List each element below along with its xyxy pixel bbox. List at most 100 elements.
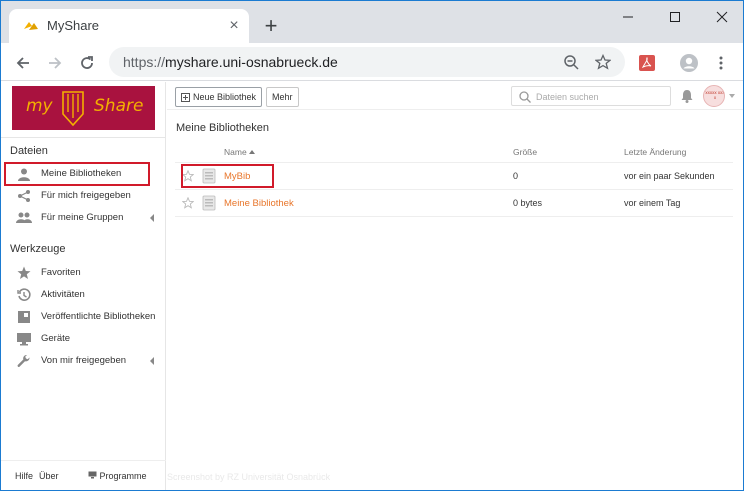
forward-button[interactable] [41,49,69,77]
myshare-favicon-icon [24,22,38,30]
sidebar-item-label: Von mir freigegeben [41,355,127,366]
myshare-app: my Share Dateien Meine Bibliotheken Für … [1,82,743,490]
bell-icon[interactable] [679,88,695,104]
avatar[interactable]: xxxxx xxx x [703,85,725,107]
back-button[interactable] [9,49,37,77]
minimize-button[interactable] [601,1,655,33]
close-window-button[interactable] [695,1,743,33]
about-link[interactable]: Über [39,471,59,481]
browser-tab[interactable]: MyShare × [9,9,249,43]
library-modified: vor ein paar Sekunden [624,171,715,181]
reload-button[interactable] [73,49,101,77]
star-icon [16,265,32,281]
arrow-left-icon [16,57,29,69]
caret-left-icon[interactable] [150,357,154,365]
star-outline-icon [595,54,611,70]
screenshot-watermark: Screenshot by RZ Universität Osnabrück [167,472,331,482]
column-header-name[interactable]: Name [224,147,255,157]
table-row[interactable]: Meine Bibliothek 0 bytes vor einem Tag [175,190,733,217]
url-text: https://myshare.uni-osnabrueck.de [123,54,338,70]
share-icon [16,188,32,204]
highlight-box [181,164,274,188]
arrow-right-icon [49,57,62,69]
sidebar-item-label: Geräte [41,333,71,344]
help-link[interactable]: Hilfe [15,471,33,481]
main-content: Neue Bibliothek Mehr xxxxx xxx x Meine B… [167,82,743,490]
search-icon [519,91,531,103]
sidebar-item-activities[interactable]: Aktivitäten [1,284,166,306]
account-circle-icon [680,54,698,72]
sidebar-item-devices[interactable]: Geräte [1,328,166,350]
logo-text-share: Share [94,96,144,116]
sidebar-item-shared-by-me[interactable]: Von mir freigegeben [1,350,166,372]
new-tab-button[interactable]: + [259,13,283,38]
history-icon [16,287,32,303]
page-title: Meine Bibliotheken [176,122,269,134]
avatar-text: xxxxx xxx x [705,90,725,100]
sidebar-heading-tools: Werkzeuge [10,243,66,255]
sidebar-item-my-groups[interactable]: Für meine Gruppen [1,207,166,229]
url-protocol: https:// [123,54,166,70]
search-box [511,86,671,106]
wrench-icon [16,353,32,369]
group-icon [16,210,32,226]
myshare-logo[interactable]: my Share [12,86,155,130]
sort-up-icon [248,150,255,154]
zoom-button[interactable] [561,52,581,72]
tab-bar: MyShare × + [1,1,743,43]
sidebar-item-favorites[interactable]: Favoriten [1,262,166,284]
bookmark-button[interactable] [593,52,613,72]
clients-label: Programme [99,471,147,481]
sidebar-divider [1,137,166,138]
library-icon [202,195,216,211]
close-icon [716,11,728,23]
main-toolbar: Neue Bibliothek Mehr xxxxx xxx x [167,82,743,110]
sidebar-item-published-libraries[interactable]: Veröffentlichte Bibliotheken [1,306,166,328]
profile-button[interactable] [675,49,703,77]
more-button[interactable]: Mehr [266,87,299,107]
pdf-icon [639,55,655,71]
library-size: 0 bytes [513,198,543,208]
highlight-box [4,162,150,186]
sidebar-item-label: Für mich freigegeben [41,190,131,201]
sidebar-heading-files: Dateien [10,145,48,157]
new-library-button[interactable]: Neue Bibliothek [175,87,263,107]
column-header-name-label: Name [224,147,247,157]
chevron-down-icon[interactable] [729,94,735,98]
sidebar-item-label: Favoriten [41,267,81,278]
caret-left-icon[interactable] [150,214,154,222]
library-modified: vor einem Tag [624,198,681,208]
library-size: 0 [513,171,519,181]
sidebar-item-shared-with-me[interactable]: Für mich freigegeben [1,185,166,207]
wiki-icon [16,309,32,325]
sidebar-item-label: Veröffentlichte Bibliotheken [41,311,156,322]
search-input[interactable] [536,90,666,104]
star-outline-icon[interactable] [182,197,194,209]
reload-icon [81,56,93,69]
sidebar-item-label: Aktivitäten [41,289,85,300]
logo-text-my: my [26,96,53,116]
sidebar: my Share Dateien Meine Bibliotheken Für … [1,82,166,490]
sidebar-item-label: Für meine Gruppen [41,212,124,223]
address-bar[interactable]: https://myshare.uni-osnabrueck.de [109,47,625,77]
kebab-menu-icon [719,56,723,70]
library-name-link[interactable]: Meine Bibliothek [224,198,294,209]
browser-window: MyShare × + https://myshare.uni-osnabrue… [0,0,744,491]
clients-link[interactable]: Programme [88,471,147,481]
tab-close-icon[interactable]: × [225,17,243,35]
browser-menu-button[interactable] [707,49,735,77]
zoom-out-icon [564,55,579,70]
minimize-icon [623,16,633,18]
monitor-small-icon [88,471,97,479]
new-library-label: Neue Bibliothek [193,92,257,102]
column-header-modified[interactable]: Letzte Änderung [624,147,686,157]
sidebar-footer: Hilfe Über Programme [1,460,166,490]
maximize-button[interactable] [648,1,702,33]
logo-mark-icon [62,91,84,127]
column-header-size[interactable]: Größe [513,147,537,157]
pdf-extension-button[interactable] [633,49,661,77]
plus-square-icon [181,92,190,102]
browser-toolbar: https://myshare.uni-osnabrueck.de [1,43,743,81]
monitor-icon [16,331,32,347]
maximize-icon [670,12,680,22]
